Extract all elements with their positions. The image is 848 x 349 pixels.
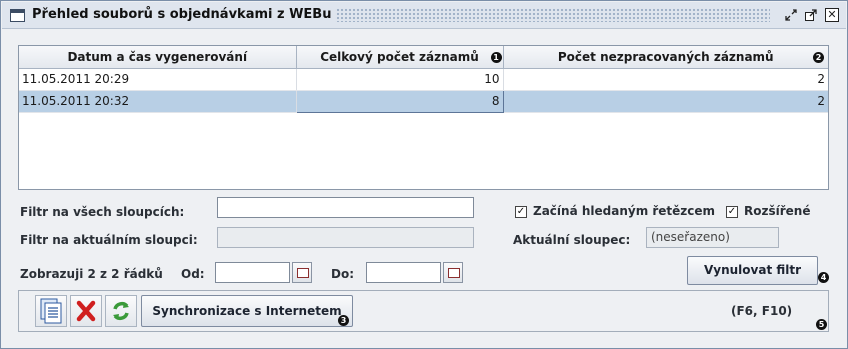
starts-with-label[interactable]: Začíná hledaným řetězcem (533, 204, 715, 218)
filter-all-label: Filtr na všech sloupcích: (20, 205, 185, 219)
from-label: Od: (181, 267, 205, 281)
extended-label[interactable]: Rozšířené (744, 204, 810, 218)
cell-unprocessed[interactable]: 2 (503, 68, 828, 91)
reset-filter-button[interactable]: Vynulovat filtr (687, 256, 818, 285)
current-column-value: (neseřazeno) (646, 227, 779, 248)
window-icon (10, 9, 25, 22)
from-calendar-icon[interactable] (292, 262, 312, 283)
title-bar-grip (324, 8, 770, 22)
column-header-date[interactable]: Datum a čas vygenerování (19, 46, 297, 69)
to-label: Do: (331, 267, 355, 281)
bottom-toolbar: Synchronizace s Internetem 3 (F6, F10) 5 (18, 290, 829, 332)
cell-date[interactable]: 11.05.2011 20:29 (19, 68, 297, 91)
table-row[interactable]: 11.05.2011 20:29 10 2 (19, 68, 828, 91)
delete-icon[interactable] (70, 295, 102, 327)
cell-total[interactable]: 10 (296, 68, 504, 91)
refresh-icon[interactable] (105, 295, 137, 327)
filter-current-label: Filtr na aktuálním sloupci: (20, 233, 198, 247)
current-column-caption: Aktuální sloupec: (513, 233, 631, 247)
document-list-icon[interactable] (35, 295, 67, 327)
badge-1: 1 (490, 52, 502, 63)
badge-3: 3 (338, 315, 349, 326)
table-row[interactable]: 11.05.2011 20:32 8 2 (19, 89, 828, 113)
close-icon[interactable]: ✕ (825, 8, 839, 22)
row-count-label: Zobrazuji 2 z 2 řádků (20, 267, 163, 281)
minimize-icon[interactable] (784, 8, 798, 22)
app-window: Přehled souborů s objednávkami z WEBu ✕ … (0, 0, 848, 349)
badge-2: 2 (813, 52, 824, 63)
window-title: Přehled souborů s objednávkami z WEBu (32, 7, 336, 22)
cell-total[interactable]: 8 (295, 89, 504, 113)
maximize-icon[interactable] (804, 8, 818, 22)
column-header-unprocessed[interactable]: Počet nezpracovaných záznamů 2 (503, 46, 828, 69)
badge-4: 4 (818, 272, 829, 283)
title-bar[interactable]: Přehled souborů s objednávkami z WEBu ✕ (2, 2, 846, 29)
files-table: Datum a čas vygenerování Celkový počet z… (18, 45, 829, 190)
badge-5: 5 (816, 319, 827, 330)
shortcut-hint: (F6, F10) (731, 304, 793, 318)
from-date-input[interactable] (215, 262, 290, 283)
sync-internet-button[interactable]: Synchronizace s Internetem (141, 295, 353, 327)
to-calendar-icon[interactable] (443, 262, 463, 283)
cell-unprocessed[interactable]: 2 (503, 90, 828, 113)
cell-date[interactable]: 11.05.2011 20:32 (19, 90, 297, 113)
column-header-total[interactable]: Celkový počet záznamů 1 (296, 46, 504, 69)
to-date-input[interactable] (366, 262, 441, 283)
starts-with-checkbox[interactable]: ✓ (515, 206, 527, 218)
extended-checkbox[interactable]: ✓ (726, 206, 738, 218)
filter-all-input[interactable] (217, 197, 474, 218)
filter-current-input (217, 227, 474, 248)
